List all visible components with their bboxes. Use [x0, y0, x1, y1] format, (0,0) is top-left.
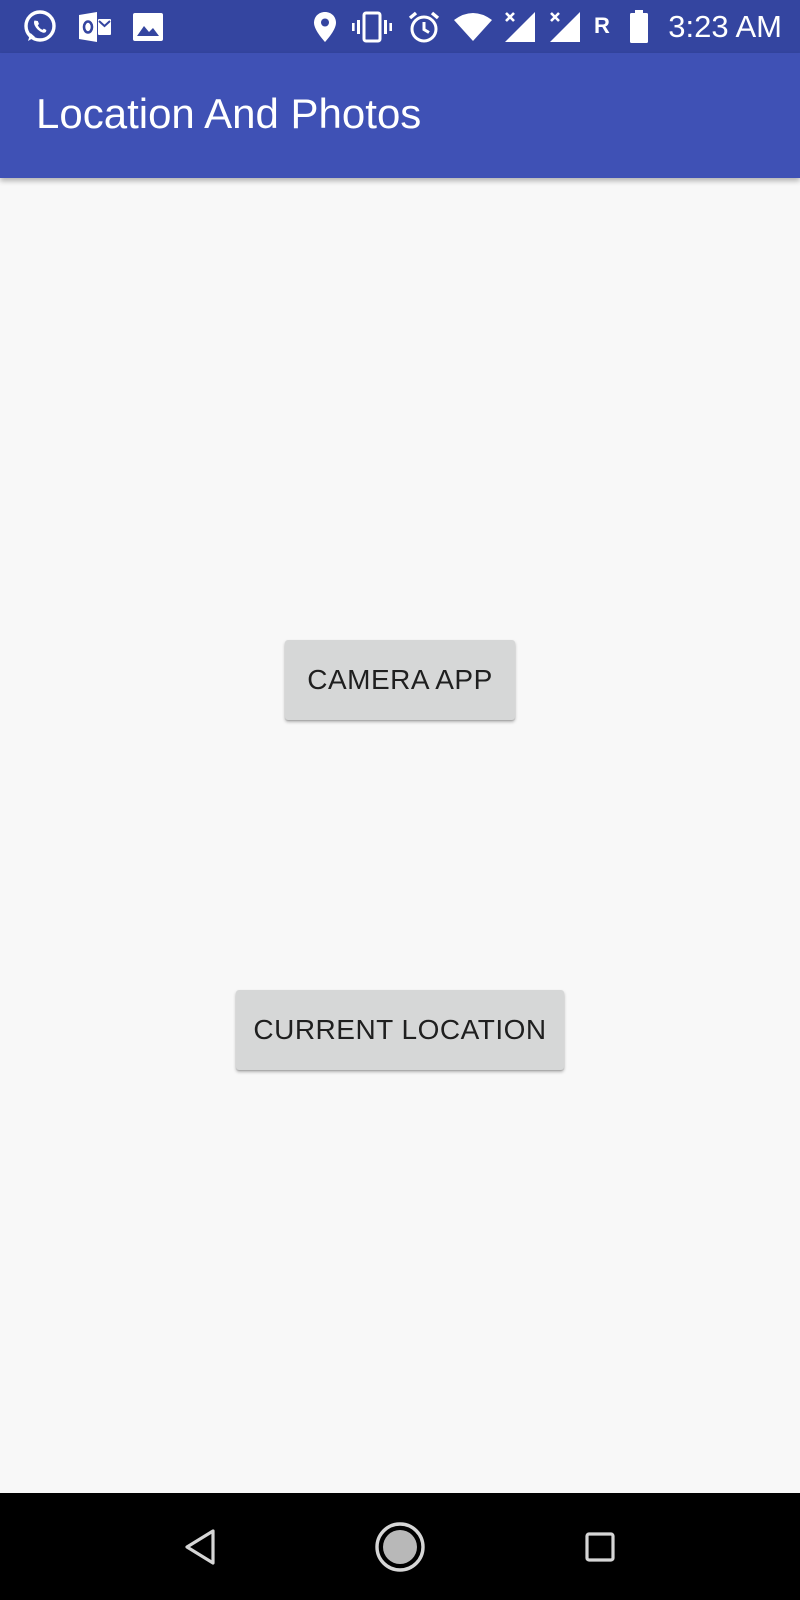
back-button[interactable]	[150, 1493, 250, 1600]
location-pin-icon	[311, 9, 339, 45]
alarm-icon	[406, 9, 442, 45]
home-icon	[375, 1521, 425, 1572]
app-bar: Location And Photos	[0, 53, 800, 178]
camera-app-button[interactable]: CAMERA APP	[285, 640, 515, 720]
recents-icon	[585, 1531, 615, 1562]
status-time: 3:23 AM	[668, 9, 782, 44]
battery-icon	[628, 9, 650, 45]
wifi-icon	[452, 9, 494, 45]
app-title: Location And Photos	[36, 90, 422, 137]
roaming-indicator: R	[594, 13, 610, 38]
recents-button[interactable]	[550, 1493, 650, 1600]
navigation-bar	[0, 1493, 800, 1600]
status-bar: R 3:23 AM	[0, 0, 800, 53]
gallery-icon	[130, 9, 166, 45]
app-screen: R 3:23 AM Location And Photos CAMERA APP…	[0, 0, 800, 1600]
vibrate-icon	[352, 9, 392, 45]
home-button[interactable]	[350, 1493, 450, 1600]
whatsapp-icon	[20, 9, 60, 45]
back-icon	[185, 1528, 215, 1565]
current-location-button[interactable]: CURRENT LOCATION	[236, 990, 564, 1070]
outlook-icon	[75, 9, 115, 45]
signal-icon	[502, 9, 538, 45]
signal-icon	[547, 9, 583, 45]
